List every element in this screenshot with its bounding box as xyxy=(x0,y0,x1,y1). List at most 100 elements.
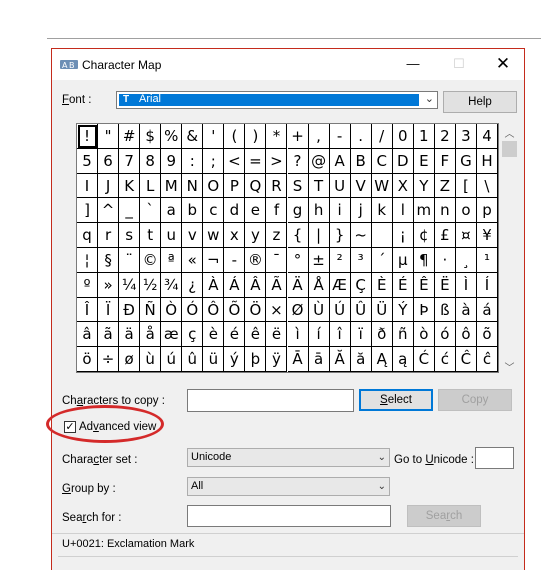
character-cell[interactable]: D xyxy=(392,148,414,174)
character-cell[interactable]: Æ xyxy=(329,272,351,298)
character-cell[interactable]: ) xyxy=(245,124,267,149)
character-cell[interactable]: î xyxy=(329,322,351,348)
character-cell[interactable]: í xyxy=(308,322,330,348)
character-cell[interactable]: = xyxy=(245,148,267,174)
character-cell[interactable]: É xyxy=(392,272,414,298)
character-cell[interactable]: L xyxy=(140,173,162,199)
character-cell[interactable]: w xyxy=(203,223,225,248)
character-cell[interactable]: ą xyxy=(392,347,414,372)
minimize-button[interactable]: — xyxy=(398,53,428,75)
character-cell[interactable]: ¥ xyxy=(476,223,498,248)
character-cell[interactable]: ª xyxy=(161,248,183,273)
character-cell[interactable]: | xyxy=(308,223,330,248)
character-cell[interactable]: Q xyxy=(245,173,267,199)
character-cell[interactable]: . xyxy=(350,124,372,149)
character-cell[interactable]: ð xyxy=(371,322,393,348)
character-cell[interactable]: ¸ xyxy=(455,248,477,273)
character-cell[interactable]: ê xyxy=(245,322,267,348)
character-cell[interactable]: ì xyxy=(287,322,309,348)
character-cell[interactable]: ` xyxy=(140,198,162,224)
character-cell[interactable]: e xyxy=(245,198,267,224)
character-cell[interactable]: ¯ xyxy=(266,248,288,273)
character-cell[interactable]: A xyxy=(329,148,351,174)
character-cell[interactable]: j xyxy=(350,198,372,224)
character-cell[interactable]: ¢ xyxy=(413,223,435,248)
character-cell[interactable]: E xyxy=(413,148,435,174)
character-cell[interactable]: y xyxy=(245,223,267,248)
character-cell[interactable]: # xyxy=(119,124,141,149)
character-cell[interactable]: Ú xyxy=(329,297,351,323)
character-cell[interactable]: W xyxy=(371,173,393,199)
character-cell[interactable]: Ć xyxy=(413,347,435,372)
character-cell[interactable]: « xyxy=(182,248,204,273)
character-cell[interactable]: Á xyxy=(224,272,246,298)
character-cell[interactable]: Ā xyxy=(287,347,309,372)
character-cell[interactable]: È xyxy=(371,272,393,298)
character-cell[interactable]: ¡ xyxy=(392,223,414,248)
character-cell[interactable]: q xyxy=(77,223,99,248)
character-cell[interactable]: é xyxy=(224,322,246,348)
group-by-dropdown[interactable]: All ⌄ xyxy=(187,477,390,496)
character-cell[interactable]: ® xyxy=(245,248,267,273)
close-button[interactable]: ✕ xyxy=(488,53,518,75)
character-cell[interactable]: ÷ xyxy=(98,347,120,372)
character-cell[interactable]: h xyxy=(308,198,330,224)
character-cell[interactable]: I xyxy=(77,173,99,199)
character-cell[interactable]: x xyxy=(224,223,246,248)
character-cell[interactable]: ~ xyxy=(350,223,372,248)
character-cell[interactable]: " xyxy=(98,124,120,149)
character-cell[interactable]: Ó xyxy=(182,297,204,323)
character-cell[interactable]: ý xyxy=(224,347,246,372)
character-cell[interactable]: Í xyxy=(476,272,498,298)
character-cell[interactable]: 7 xyxy=(119,148,141,174)
character-cell[interactable]: Ý xyxy=(392,297,414,323)
character-cell[interactable]: t xyxy=(140,223,162,248)
character-cell[interactable]: J xyxy=(98,173,120,199)
character-cell[interactable]: R xyxy=(266,173,288,199)
character-cell[interactable]: Y xyxy=(413,173,435,199)
scroll-thumb[interactable] xyxy=(502,141,517,157)
character-cell[interactable]: ? xyxy=(287,148,309,174)
character-cell[interactable]: ô xyxy=(455,322,477,348)
character-cell[interactable]: G xyxy=(455,148,477,174)
character-cell[interactable]: : xyxy=(182,148,204,174)
character-cell[interactable] xyxy=(371,223,393,248)
character-cell[interactable]: ; xyxy=(203,148,225,174)
character-cell[interactable]: û xyxy=(182,347,204,372)
character-cell[interactable]: N xyxy=(182,173,204,199)
character-cell[interactable]: ë xyxy=(266,322,288,348)
character-cell[interactable]: n xyxy=(434,198,456,224)
character-cell[interactable]: / xyxy=(371,124,393,149)
character-cell[interactable]: O xyxy=(203,173,225,199)
font-dropdown[interactable]: T Arial ⌄ xyxy=(116,91,438,109)
character-cell[interactable]: Û xyxy=(350,297,372,323)
character-cell[interactable]: Ë xyxy=(434,272,456,298)
select-button[interactable]: Select xyxy=(359,389,433,411)
title-bar[interactable]: A B Character Map — ☐ ✕ xyxy=(52,49,524,80)
character-cell[interactable]: o xyxy=(455,198,477,224)
character-cell[interactable]: - xyxy=(329,124,351,149)
character-cell[interactable]: µ xyxy=(392,248,414,273)
character-cell[interactable]: c xyxy=(203,198,225,224)
character-cell[interactable]: S xyxy=(287,173,309,199)
character-cell[interactable]: â xyxy=(77,322,99,348)
character-cell[interactable]: ó xyxy=(434,322,456,348)
character-cell[interactable]: Â xyxy=(245,272,267,298)
character-cell[interactable]: þ xyxy=(245,347,267,372)
character-cell[interactable]: { xyxy=(287,223,309,248)
character-cell[interactable]: } xyxy=(329,223,351,248)
character-cell[interactable]: _ xyxy=(119,198,141,224)
character-cell[interactable]: + xyxy=(287,124,309,149)
character-cell[interactable]: C xyxy=(371,148,393,174)
character-set-dropdown[interactable]: Unicode ⌄ xyxy=(187,448,390,467)
character-cell[interactable]: ĉ xyxy=(476,347,498,372)
character-cell[interactable]: à xyxy=(455,297,477,323)
character-cell[interactable]: < xyxy=(224,148,246,174)
character-cell[interactable]: Ò xyxy=(161,297,183,323)
character-cell[interactable]: [ xyxy=(455,173,477,199)
character-cell[interactable]: % xyxy=(161,124,183,149)
character-cell[interactable]: 8 xyxy=(140,148,162,174)
character-cell[interactable]: ´ xyxy=(371,248,393,273)
character-cell[interactable]: ¶ xyxy=(413,248,435,273)
character-cell[interactable]: ï xyxy=(350,322,372,348)
